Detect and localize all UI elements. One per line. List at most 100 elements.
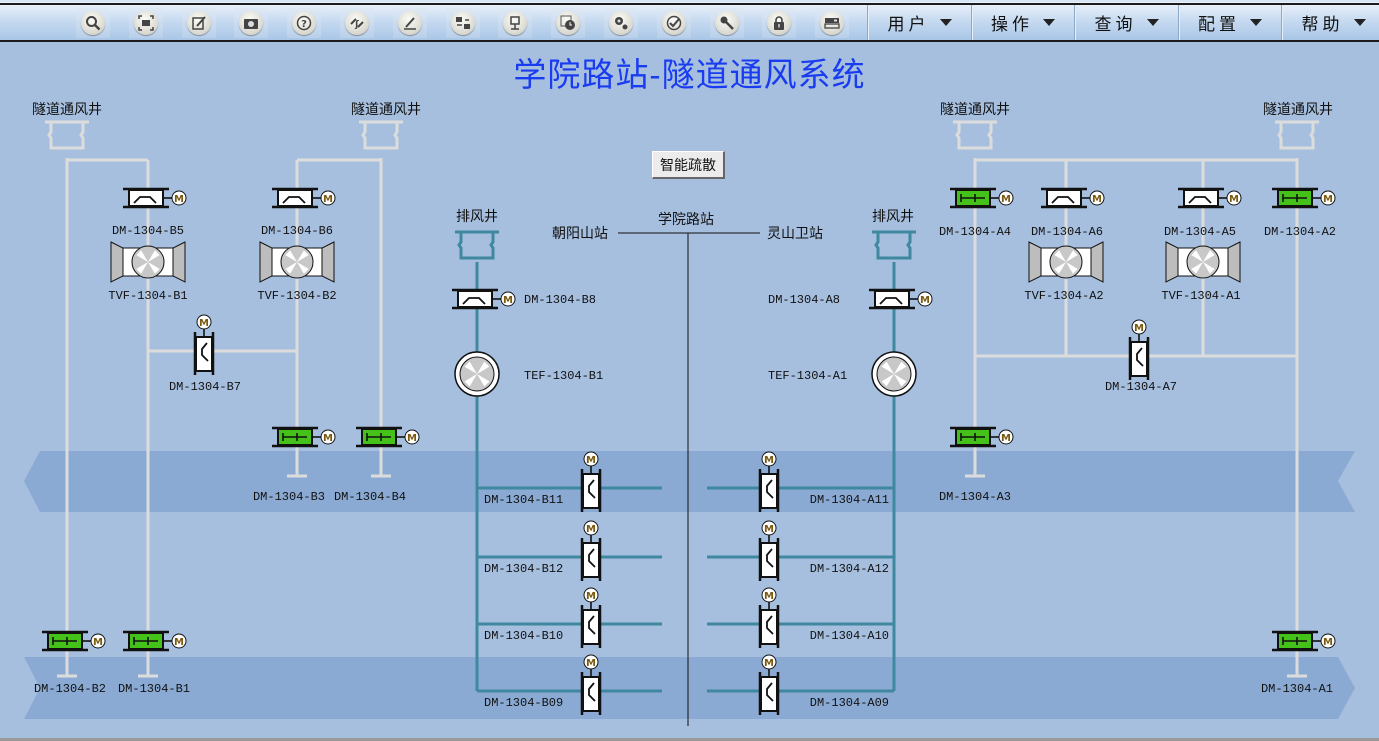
tvf-fan-b2[interactable] [259, 241, 335, 283]
motor-icon: M [1320, 190, 1336, 206]
exhaust-shaft [455, 230, 499, 260]
damper-a5[interactable]: M [1178, 187, 1242, 209]
fan-label: TEF-1304-B1 [524, 369, 603, 383]
svg-text:M: M [323, 433, 333, 444]
svg-text:M: M [503, 295, 513, 306]
damper-label: DM-1304-B4 [334, 490, 406, 504]
svg-text:M: M [586, 591, 596, 602]
shaft-label: 排风井 [456, 209, 498, 225]
motor-icon: M [761, 451, 777, 467]
motor-icon: M [196, 314, 212, 330]
shaft-label: 排风井 [872, 209, 914, 225]
fan-label: TVF-1304-A1 [1161, 289, 1240, 303]
motor-icon: M [320, 190, 336, 206]
damper-a6[interactable]: M [1041, 187, 1105, 209]
tunnel-vent-shaft [45, 120, 89, 150]
damper-label: DM-1304-B11 [484, 493, 563, 507]
damper-b10[interactable]: M [580, 587, 602, 648]
damper-a4[interactable]: M [950, 187, 1014, 209]
track-band-upper [24, 451, 1355, 512]
svg-text:M: M [174, 637, 184, 648]
damper-label: DM-1304-A10 [810, 629, 889, 643]
tvf-fan-b1[interactable] [110, 241, 186, 283]
station-label-right: 灵山卫站 [767, 226, 823, 242]
tunnel-vent-shaft [953, 120, 997, 150]
damper-b6[interactable]: M [272, 187, 336, 209]
shaft-label: 隧道通风井 [1263, 102, 1333, 118]
svg-text:M: M [920, 295, 930, 306]
svg-text:M: M [764, 658, 774, 669]
fan-label: TEF-1304-A1 [768, 369, 847, 383]
tvf-fan-a2[interactable] [1028, 241, 1104, 283]
motor-icon: M [1226, 190, 1242, 206]
damper-b5[interactable]: M [123, 187, 187, 209]
tvf-fan-a1[interactable] [1165, 241, 1241, 283]
damper-label: DM-1304-A8 [768, 293, 840, 307]
damper-label: DM-1304-A5 [1164, 225, 1236, 239]
damper-a11[interactable]: M [758, 451, 780, 512]
damper-label: DM-1304-B12 [484, 562, 563, 576]
motor-icon: M [1089, 190, 1105, 206]
exhaust-shaft [872, 230, 916, 260]
motor-icon: M [583, 587, 599, 603]
shaft-label: 隧道通风井 [940, 102, 1010, 118]
damper-b8[interactable]: M [452, 288, 516, 310]
motor-icon: M [583, 654, 599, 670]
damper-b4[interactable]: M [356, 426, 420, 448]
svg-text:M: M [1134, 323, 1144, 334]
svg-text:M: M [764, 455, 774, 466]
damper-a10[interactable]: M [758, 587, 780, 648]
damper-label: DM-1304-B2 [34, 682, 106, 696]
damper-a7[interactable]: M [1128, 319, 1150, 380]
damper-b3[interactable]: M [272, 426, 336, 448]
damper-label: DM-1304-A2 [1264, 225, 1336, 239]
damper-label: DM-1304-B6 [261, 224, 333, 238]
damper-a1[interactable]: M [1272, 630, 1336, 652]
damper-b1[interactable]: M [123, 630, 187, 652]
motor-icon: M [998, 429, 1014, 445]
svg-text:M: M [1001, 433, 1011, 444]
smart-evacuation-button[interactable]: 智能疏散 [652, 151, 725, 179]
motor-icon: M [761, 520, 777, 536]
damper-a2[interactable]: M [1272, 187, 1336, 209]
fan-label: TVF-1304-B2 [257, 289, 336, 303]
motor-icon: M [500, 291, 516, 307]
svg-text:M: M [174, 194, 184, 205]
motor-icon: M [917, 291, 933, 307]
damper-b11[interactable]: M [580, 451, 602, 512]
damper-a3[interactable]: M [950, 426, 1014, 448]
svg-text:M: M [586, 524, 596, 535]
damper-b09[interactable]: M [580, 654, 602, 715]
shaft-label: 隧道通风井 [32, 102, 102, 118]
svg-text:M: M [199, 318, 209, 329]
damper-label: DM-1304-B7 [169, 380, 241, 394]
svg-text:M: M [1001, 194, 1011, 205]
tef-fan-a1[interactable] [871, 351, 917, 397]
damper-b12[interactable]: M [580, 520, 602, 581]
svg-text:M: M [1092, 194, 1102, 205]
damper-label: DM-1304-A09 [810, 696, 889, 710]
motor-icon: M [583, 520, 599, 536]
svg-text:M: M [407, 433, 417, 444]
station-label-left: 朝阳山站 [552, 226, 608, 242]
svg-text:M: M [1323, 194, 1333, 205]
svg-text:M: M [1323, 637, 1333, 648]
damper-label: DM-1304-B10 [484, 629, 563, 643]
motor-icon: M [761, 587, 777, 603]
motor-icon: M [171, 190, 187, 206]
svg-text:M: M [586, 658, 596, 669]
track-band-lower [24, 657, 1355, 719]
damper-label: DM-1304-B1 [118, 682, 190, 696]
damper-b2[interactable]: M [42, 630, 106, 652]
damper-a12[interactable]: M [758, 520, 780, 581]
damper-a8[interactable]: M [869, 288, 933, 310]
damper-label: DM-1304-A11 [810, 493, 889, 507]
svg-text:M: M [764, 524, 774, 535]
motor-icon: M [404, 429, 420, 445]
damper-label: DM-1304-A4 [939, 225, 1011, 239]
damper-b7[interactable]: M [193, 314, 215, 375]
damper-a09[interactable]: M [758, 654, 780, 715]
tef-fan-b1[interactable] [454, 351, 500, 397]
damper-label: DM-1304-A6 [1031, 225, 1103, 239]
fan-label: TVF-1304-B1 [108, 289, 187, 303]
